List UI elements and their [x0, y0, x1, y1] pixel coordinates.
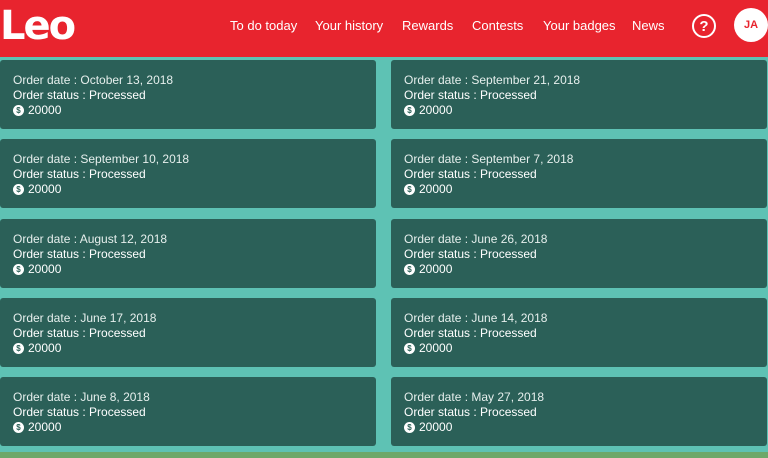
order-status: Order status : Processed: [13, 247, 146, 261]
order-date: Order date : June 8, 2018: [13, 390, 150, 404]
nav-news[interactable]: News: [632, 18, 665, 33]
nav-to-do-today[interactable]: To do today: [230, 18, 297, 33]
order-card[interactable]: Order date : September 7, 2018 Order sta…: [391, 139, 767, 208]
help-icon[interactable]: ?: [692, 14, 716, 38]
order-card[interactable]: Order date : May 27, 2018 Order status :…: [391, 377, 767, 446]
order-date: Order date : September 10, 2018: [13, 152, 190, 166]
order-card[interactable]: Order date : June 17, 2018 Order status …: [0, 298, 376, 367]
order-amount-value: 20000: [28, 182, 62, 196]
order-card[interactable]: Order date : September 10, 2018 Order st…: [0, 139, 376, 208]
dollar-coin-icon: $: [13, 343, 24, 354]
dollar-coin-icon: $: [404, 422, 415, 433]
user-avatar[interactable]: JA: [734, 8, 768, 42]
order-status: Order status : Processed: [404, 88, 537, 102]
dollar-coin-icon: $: [13, 264, 24, 275]
dollar-coin-icon: $: [13, 105, 24, 116]
order-amount-value: 20000: [419, 103, 453, 117]
order-card[interactable]: Order date : June 8, 2018 Order status :…: [0, 377, 376, 446]
order-status: Order status : Processed: [404, 167, 537, 181]
order-amount-value: 20000: [419, 262, 453, 276]
order-amount-value: 20000: [28, 103, 62, 117]
order-amount: $ 20000: [13, 420, 363, 435]
order-status: Order status : Processed: [404, 326, 537, 340]
order-card[interactable]: Order date : June 14, 2018 Order status …: [391, 298, 767, 367]
order-amount: $ 20000: [404, 182, 754, 197]
order-amount-value: 20000: [419, 420, 453, 434]
order-amount-value: 20000: [28, 420, 62, 434]
nav-rewards[interactable]: Rewards: [402, 18, 453, 33]
background-image-strip: [0, 452, 768, 458]
dollar-coin-icon: $: [404, 264, 415, 275]
nav-your-badges[interactable]: Your badges: [543, 18, 616, 33]
order-amount: $ 20000: [13, 262, 363, 277]
order-amount-value: 20000: [28, 341, 62, 355]
order-date: Order date : August 12, 2018: [13, 232, 168, 246]
order-amount: $ 20000: [404, 262, 754, 277]
order-date: Order date : September 7, 2018: [404, 152, 574, 166]
order-status: Order status : Processed: [13, 405, 146, 419]
order-card[interactable]: Order date : June 26, 2018 Order status …: [391, 219, 767, 288]
order-date: Order date : September 21, 2018: [404, 73, 581, 87]
dollar-coin-icon: $: [404, 343, 415, 354]
order-date: Order date : June 14, 2018: [404, 311, 548, 325]
leo-logo[interactable]: Leo: [0, 6, 76, 46]
order-date: Order date : October 13, 2018: [13, 73, 174, 87]
dollar-coin-icon: $: [13, 184, 24, 195]
order-date: Order date : June 17, 2018: [13, 311, 157, 325]
order-status: Order status : Processed: [404, 405, 537, 419]
nav-your-history[interactable]: Your history: [315, 18, 383, 33]
dollar-coin-icon: $: [404, 105, 415, 116]
order-amount: $ 20000: [13, 182, 363, 197]
top-nav-bar: Leo To do today Your history Rewards Con…: [0, 0, 768, 57]
dollar-coin-icon: $: [13, 422, 24, 433]
order-amount: $ 20000: [13, 341, 363, 356]
order-amount: $ 20000: [404, 420, 754, 435]
order-card[interactable]: Order date : August 12, 2018 Order statu…: [0, 219, 376, 288]
dollar-coin-icon: $: [404, 184, 415, 195]
order-date: Order date : June 26, 2018: [404, 232, 548, 246]
order-amount: $ 20000: [404, 103, 754, 118]
order-amount: $ 20000: [13, 103, 363, 118]
order-status: Order status : Processed: [404, 247, 537, 261]
nav-contests[interactable]: Contests: [472, 18, 523, 33]
order-amount: $ 20000: [404, 341, 754, 356]
order-amount-value: 20000: [419, 182, 453, 196]
order-card[interactable]: Order date : October 13, 2018 Order stat…: [0, 60, 376, 129]
order-status: Order status : Processed: [13, 326, 146, 340]
order-card[interactable]: Order date : September 21, 2018 Order st…: [391, 60, 767, 129]
order-amount-value: 20000: [419, 341, 453, 355]
order-status: Order status : Processed: [13, 167, 146, 181]
order-date: Order date : May 27, 2018: [404, 390, 545, 404]
order-amount-value: 20000: [28, 262, 62, 276]
order-status: Order status : Processed: [13, 88, 146, 102]
